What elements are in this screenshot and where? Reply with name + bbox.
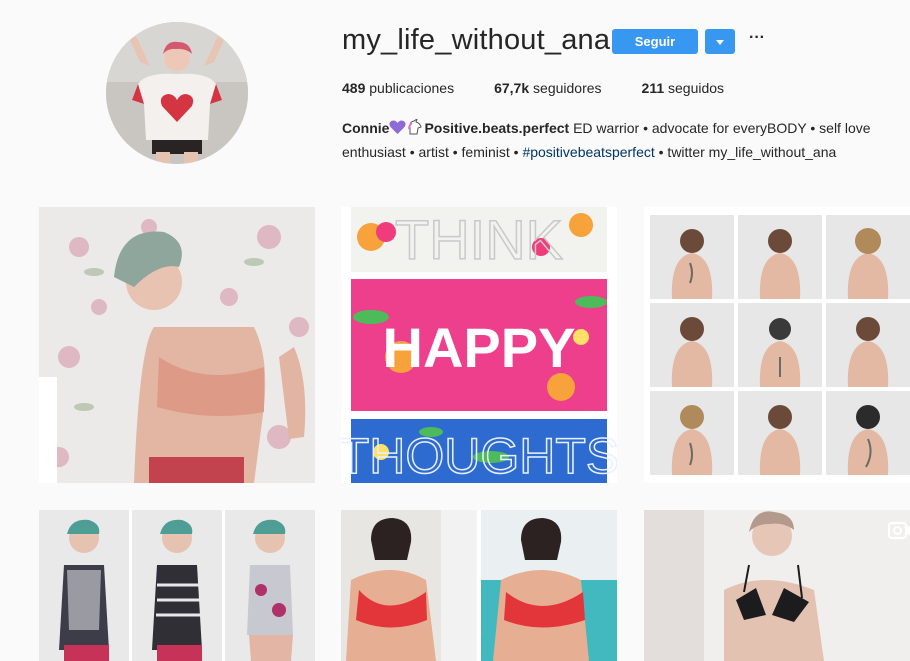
- post-tile-6[interactable]: [644, 510, 910, 661]
- unicorn-icon: [406, 117, 424, 141]
- bio-line1: ED warrior • advocate for everyBODY • se…: [573, 120, 871, 136]
- video-icon: [888, 520, 910, 540]
- purple-heart-icon: [389, 119, 406, 141]
- follow-options-button[interactable]: [705, 29, 735, 54]
- posts-count: 489: [342, 80, 366, 96]
- profile-bio: Connie Positive.beats.perfect ED warrior …: [342, 117, 902, 163]
- posts-stat: 489 publicaciones: [342, 80, 454, 96]
- bio-line2-end: • twitter my_life_without_ana: [658, 144, 837, 160]
- profile-avatar[interactable]: [106, 22, 248, 164]
- followers-label: seguidores: [533, 80, 602, 96]
- followers-count: 67,7k: [494, 80, 530, 96]
- profile-title: Positive.beats.perfect: [424, 120, 570, 136]
- post-tile-4[interactable]: [39, 510, 315, 661]
- ellipsis-icon: ···: [749, 29, 765, 46]
- chevron-down-icon: [716, 34, 724, 49]
- followers-stat[interactable]: 67,7k seguidores: [494, 80, 601, 96]
- following-label: seguidos: [668, 80, 725, 96]
- follow-button[interactable]: Seguir: [612, 29, 698, 54]
- artwork-text-happy: HAPPY: [383, 316, 576, 379]
- more-options-button[interactable]: ···: [747, 28, 767, 48]
- artwork-text-think: THINK: [395, 208, 563, 271]
- posts-label: publicaciones: [369, 80, 455, 96]
- post-tile-3[interactable]: [644, 207, 910, 483]
- post-tile-2[interactable]: THINK HAPPY THOUGHTS: [341, 207, 617, 483]
- bio-hashtag-link[interactable]: #positivebeatsperfect: [522, 144, 654, 160]
- post-tile-1[interactable]: [39, 207, 315, 483]
- following-count: 211: [641, 80, 665, 96]
- post-tile-5[interactable]: [341, 510, 617, 661]
- profile-full-name: Connie: [342, 120, 390, 136]
- following-stat[interactable]: 211 seguidos: [642, 80, 725, 96]
- bio-line2-start: enthusiast • artist • feminist •: [342, 144, 519, 160]
- profile-stats: 489 publicaciones 67,7k seguidores 211 s…: [342, 80, 764, 96]
- profile-username: my_life_without_ana: [342, 24, 611, 56]
- artwork-text-thoughts: THOUGHTS: [341, 428, 617, 483]
